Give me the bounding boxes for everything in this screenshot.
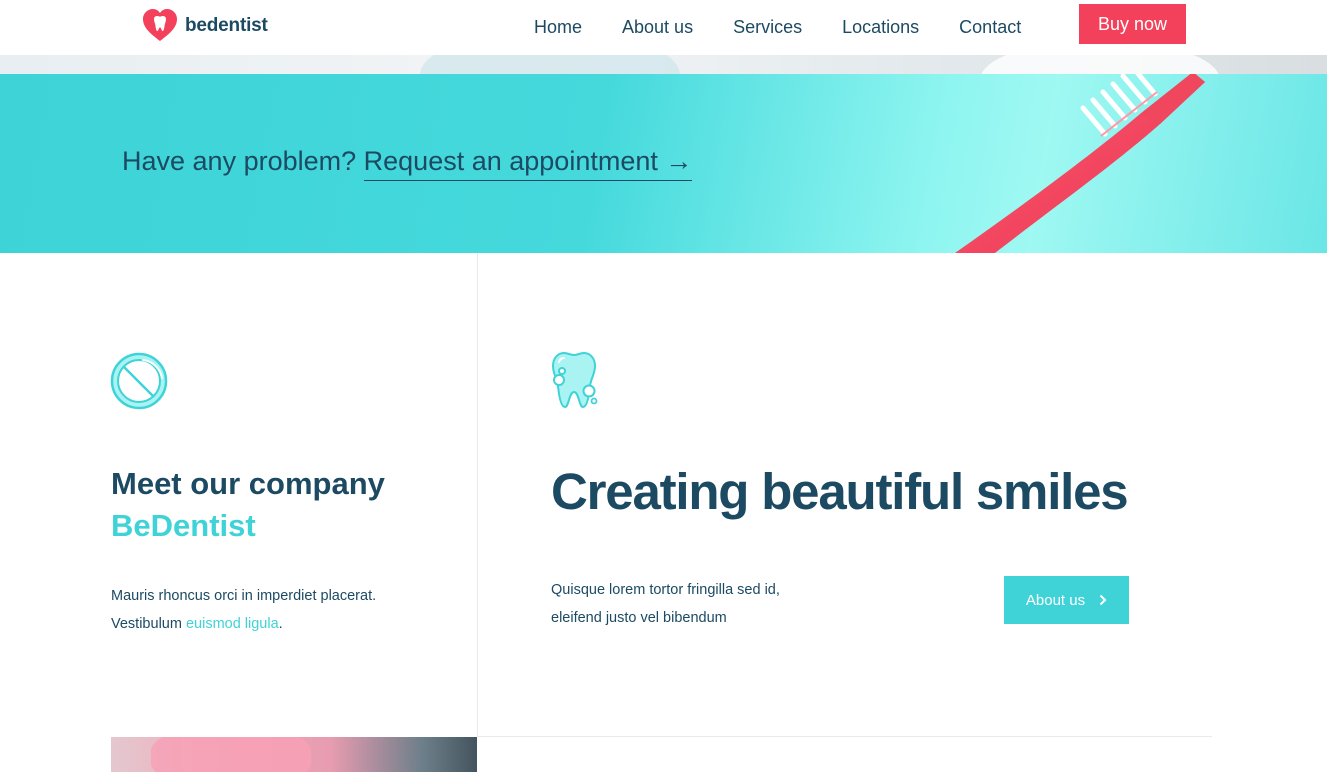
- company-title-accent: BeDentist: [111, 508, 256, 543]
- logo[interactable]: bedentist: [141, 7, 268, 45]
- nav-locations[interactable]: Locations: [842, 17, 919, 38]
- bottom-photo: [111, 737, 477, 772]
- brand-name: bedentist: [185, 15, 268, 36]
- heart-tooth-logo-icon: [143, 9, 177, 41]
- request-appointment-link[interactable]: Request an appointment →: [363, 146, 693, 181]
- company-text-prefix: Vestibulum: [111, 616, 186, 632]
- about-us-button[interactable]: About us: [1004, 576, 1129, 624]
- clean-tooth-icon: [551, 351, 598, 409]
- appointment-banner: Have any problem? Request an appointment…: [0, 74, 1327, 253]
- euismod-ligula-link[interactable]: euismod ligula: [186, 616, 279, 632]
- tooth-ban-icon: [110, 352, 168, 410]
- smiles-description: Quisque lorem tortor fringilla sed id, e…: [551, 576, 831, 632]
- banner-question: Have any problem?: [122, 146, 357, 176]
- main-nav: Home About us Services Locations Contact: [534, 0, 1061, 55]
- nav-contact[interactable]: Contact: [959, 17, 1021, 38]
- column-divider: [477, 253, 478, 737]
- smiles-title: Creating beautiful smiles: [551, 463, 1129, 520]
- company-text-suffix: .: [278, 616, 283, 632]
- row-divider: [477, 736, 1212, 737]
- site-header: bedentist Home About us Services Locatio…: [0, 0, 1327, 55]
- nav-about-us[interactable]: About us: [622, 17, 693, 38]
- banner-text: Have any problem? Request an appointment…: [122, 146, 693, 181]
- nav-home[interactable]: Home: [534, 17, 582, 38]
- company-description: Mauris rhoncus orci in imperdiet placera…: [111, 582, 376, 638]
- smiles-text-line1: Quisque lorem tortor fringilla sed id,: [551, 582, 780, 598]
- about-us-button-label: About us: [1025, 591, 1086, 609]
- company-title: Meet our company BeDentist: [111, 463, 385, 547]
- smiles-text-line2: eleifend justo vel bibendum: [551, 610, 727, 626]
- nav-services[interactable]: Services: [733, 17, 802, 38]
- chevron-right-icon: [1099, 594, 1107, 606]
- toothbrush-image: [955, 74, 1205, 253]
- company-text-line1: Mauris rhoncus orci in imperdiet placera…: [111, 588, 377, 604]
- buy-now-button[interactable]: Buy now: [1079, 4, 1186, 44]
- company-title-main: Meet our company: [111, 466, 385, 501]
